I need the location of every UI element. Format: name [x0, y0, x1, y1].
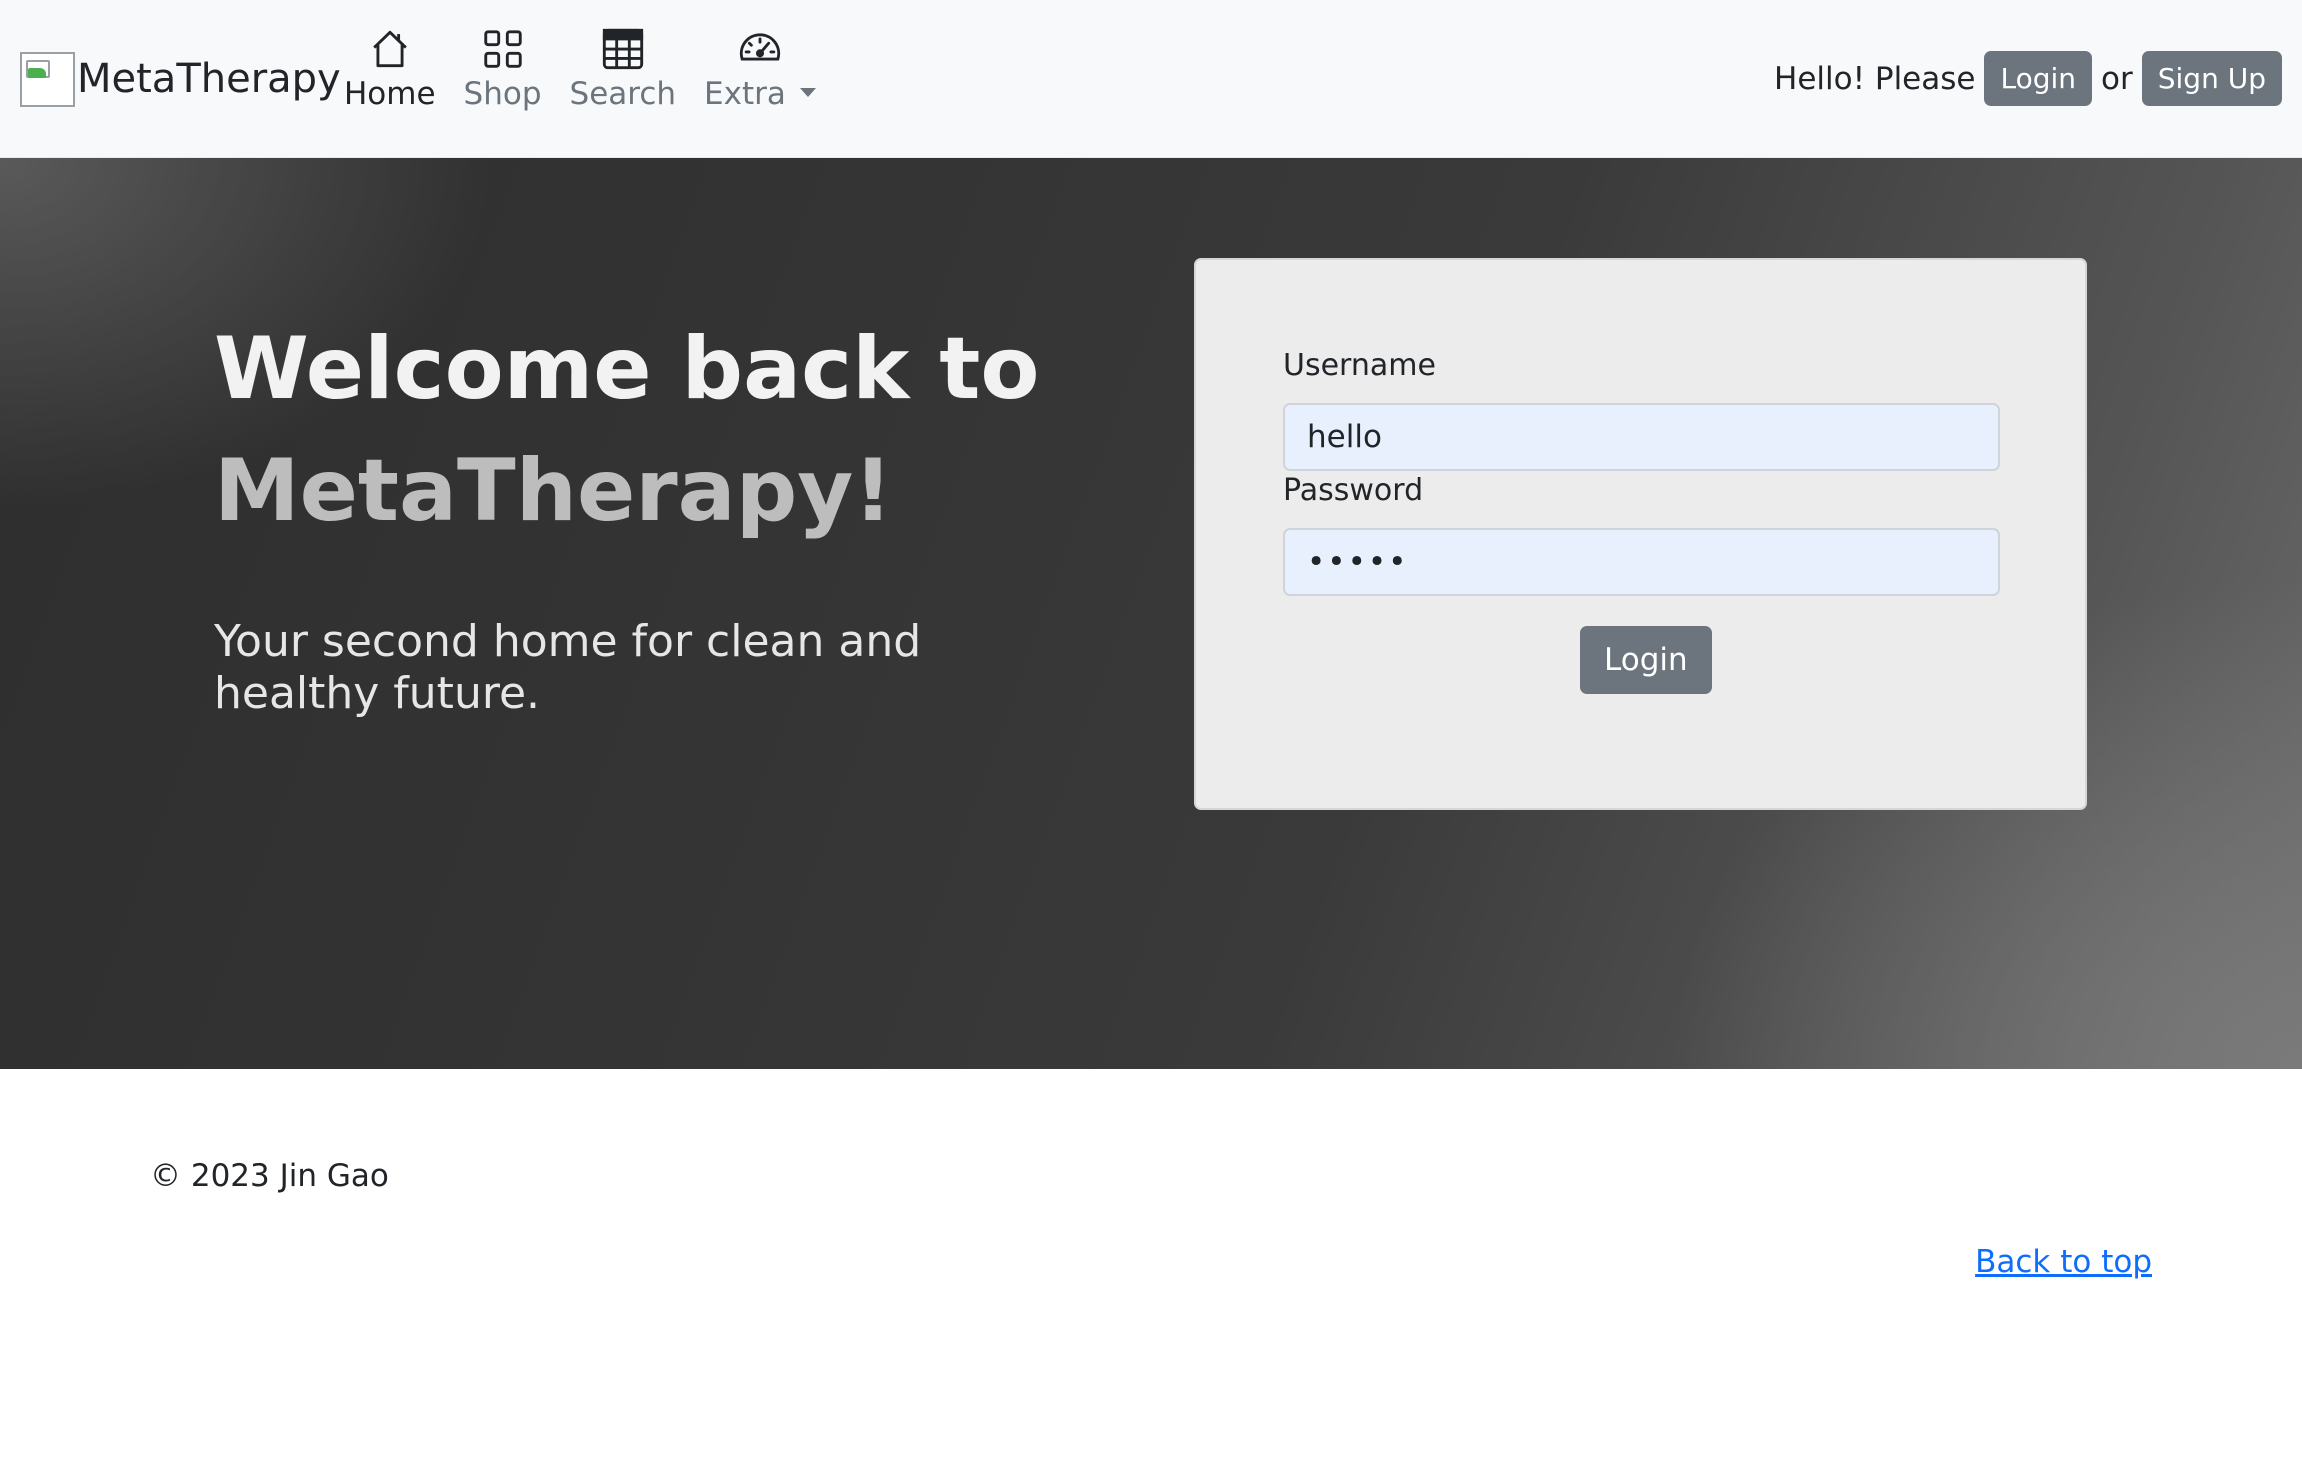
nav-home[interactable]: Home [330, 26, 450, 112]
or-text: or [2101, 60, 2133, 97]
hero-title: Welcome back to MetaTherapy! [214, 308, 1039, 552]
main-nav: Home Shop Search Extra [330, 26, 830, 112]
signup-button[interactable]: Sign Up [2141, 51, 2282, 106]
broken-image-icon [20, 51, 75, 107]
house-icon [372, 30, 407, 68]
hero-section: Welcome back to MetaTherapy! Your second… [0, 158, 2302, 1069]
nav-shop[interactable]: Shop [450, 26, 556, 112]
brand-link[interactable]: MetaTherapy [20, 50, 341, 108]
copyright-text: © 2023 Jin Gao [150, 1158, 389, 1194]
hero-subtitle: Your second home for clean and healthy f… [214, 616, 922, 719]
login-form: Username Password Login [1194, 258, 2087, 810]
caret-down-icon [799, 88, 816, 97]
greeting-text: Hello! Please [1774, 60, 1976, 97]
brand-name: MetaTherapy [77, 56, 341, 102]
speedometer-icon [739, 33, 781, 61]
login-submit-button[interactable]: Login [1580, 626, 1712, 694]
auth-area: Hello! Please Login or Sign Up [1774, 51, 2282, 106]
nav-home-label: Home [344, 76, 436, 112]
nav-extra-label: Extra [704, 76, 816, 112]
hero-title-line2: MetaTherapy! [214, 441, 893, 541]
username-input[interactable] [1283, 403, 2000, 471]
navbar: MetaTherapy Home Shop Search Extra Hello… [0, 0, 2302, 158]
password-label: Password [1283, 473, 1424, 508]
table-icon [602, 28, 643, 70]
hero-title-line1: Welcome back to [214, 319, 1040, 419]
nav-extra-text: Extra [704, 76, 786, 112]
nav-search[interactable]: Search [556, 26, 691, 112]
nav-extra-dropdown[interactable]: Extra [690, 26, 830, 112]
grid-icon [483, 30, 522, 68]
password-input[interactable] [1283, 528, 2000, 596]
header-login-button[interactable]: Login [1984, 51, 2093, 106]
nav-search-label: Search [569, 76, 677, 112]
nav-shop-label: Shop [463, 76, 542, 112]
username-label: Username [1283, 348, 1436, 383]
back-to-top-link[interactable]: Back to top [1975, 1244, 2152, 1280]
